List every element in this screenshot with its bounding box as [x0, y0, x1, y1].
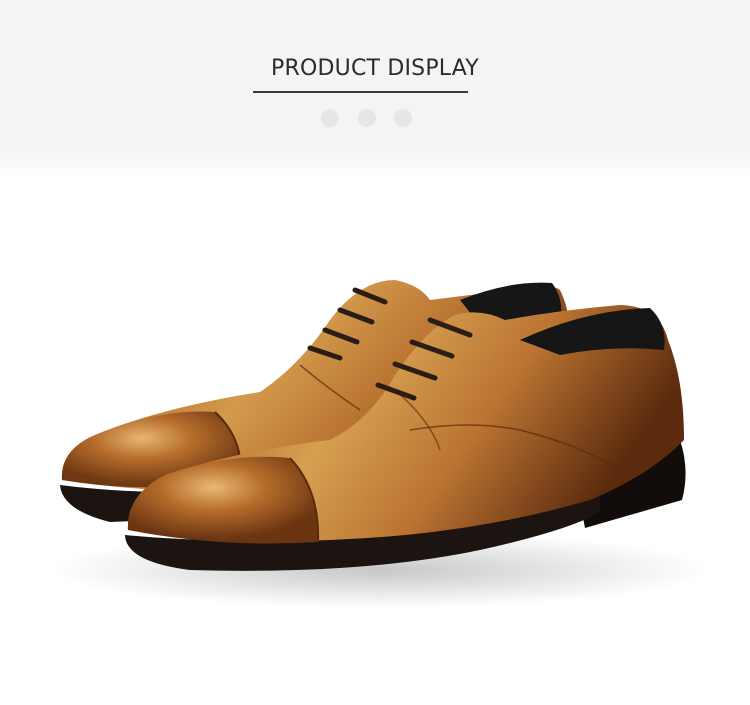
section-header: PRODUCT DISPLAY	[0, 0, 750, 142]
pager-dot-2[interactable]	[358, 109, 376, 127]
shoes-icon	[50, 280, 710, 608]
pager-dot-1[interactable]	[321, 109, 339, 127]
carousel-pager	[321, 109, 431, 127]
product-image	[0, 150, 750, 705]
section-title: PRODUCT DISPLAY	[271, 56, 479, 81]
title-underline	[253, 91, 468, 93]
pager-dot-3[interactable]	[394, 109, 412, 127]
